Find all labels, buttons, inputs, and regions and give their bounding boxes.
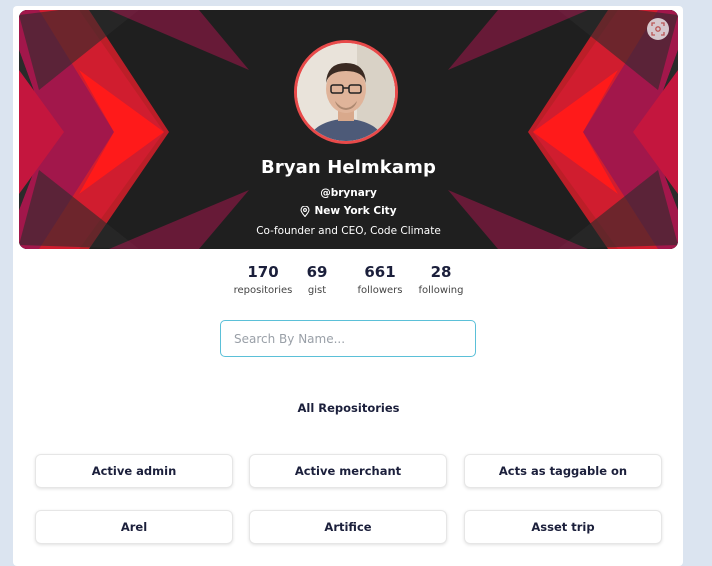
stat-value: 28 bbox=[430, 263, 452, 281]
repo-button-acts-as-taggable-on[interactable]: Acts as taggable on bbox=[464, 454, 662, 488]
stat-value: 69 bbox=[306, 263, 328, 281]
profile-location: New York City bbox=[19, 205, 678, 217]
repo-button-arel[interactable]: Arel bbox=[35, 510, 233, 544]
profile-handle: @brynary bbox=[320, 187, 377, 199]
avatar bbox=[294, 40, 398, 144]
stat-repositories[interactable]: 170 repositories bbox=[229, 263, 297, 296]
location-text: New York City bbox=[314, 205, 397, 217]
profile-name: Bryan Helmkamp bbox=[261, 157, 436, 178]
stat-value: 661 bbox=[364, 263, 396, 281]
location-pin-icon bbox=[300, 205, 310, 217]
stat-followers[interactable]: 661 followers bbox=[352, 263, 408, 296]
repo-button-active-admin[interactable]: Active admin bbox=[35, 454, 233, 488]
stat-label: repositories bbox=[233, 285, 293, 296]
repositories-title: All Repositories bbox=[297, 401, 400, 415]
avatar-photo bbox=[297, 43, 395, 141]
stat-gist[interactable]: 69 gist bbox=[302, 263, 332, 296]
stat-label: followers bbox=[357, 285, 403, 296]
screenshot-button[interactable] bbox=[647, 18, 669, 40]
repo-button-active-merchant[interactable]: Active merchant bbox=[249, 454, 447, 488]
screenshot-icon bbox=[651, 22, 665, 36]
repo-button-asset-trip[interactable]: Asset trip bbox=[464, 510, 662, 544]
stat-label: gist bbox=[307, 285, 327, 296]
stat-value: 170 bbox=[247, 263, 279, 281]
profile-bio: Co-founder and CEO, Code Climate bbox=[256, 225, 441, 237]
stat-label: following bbox=[418, 285, 464, 296]
search-input[interactable] bbox=[220, 320, 476, 357]
stat-following[interactable]: 28 following bbox=[414, 263, 468, 296]
repo-button-artifice[interactable]: Artifice bbox=[249, 510, 447, 544]
